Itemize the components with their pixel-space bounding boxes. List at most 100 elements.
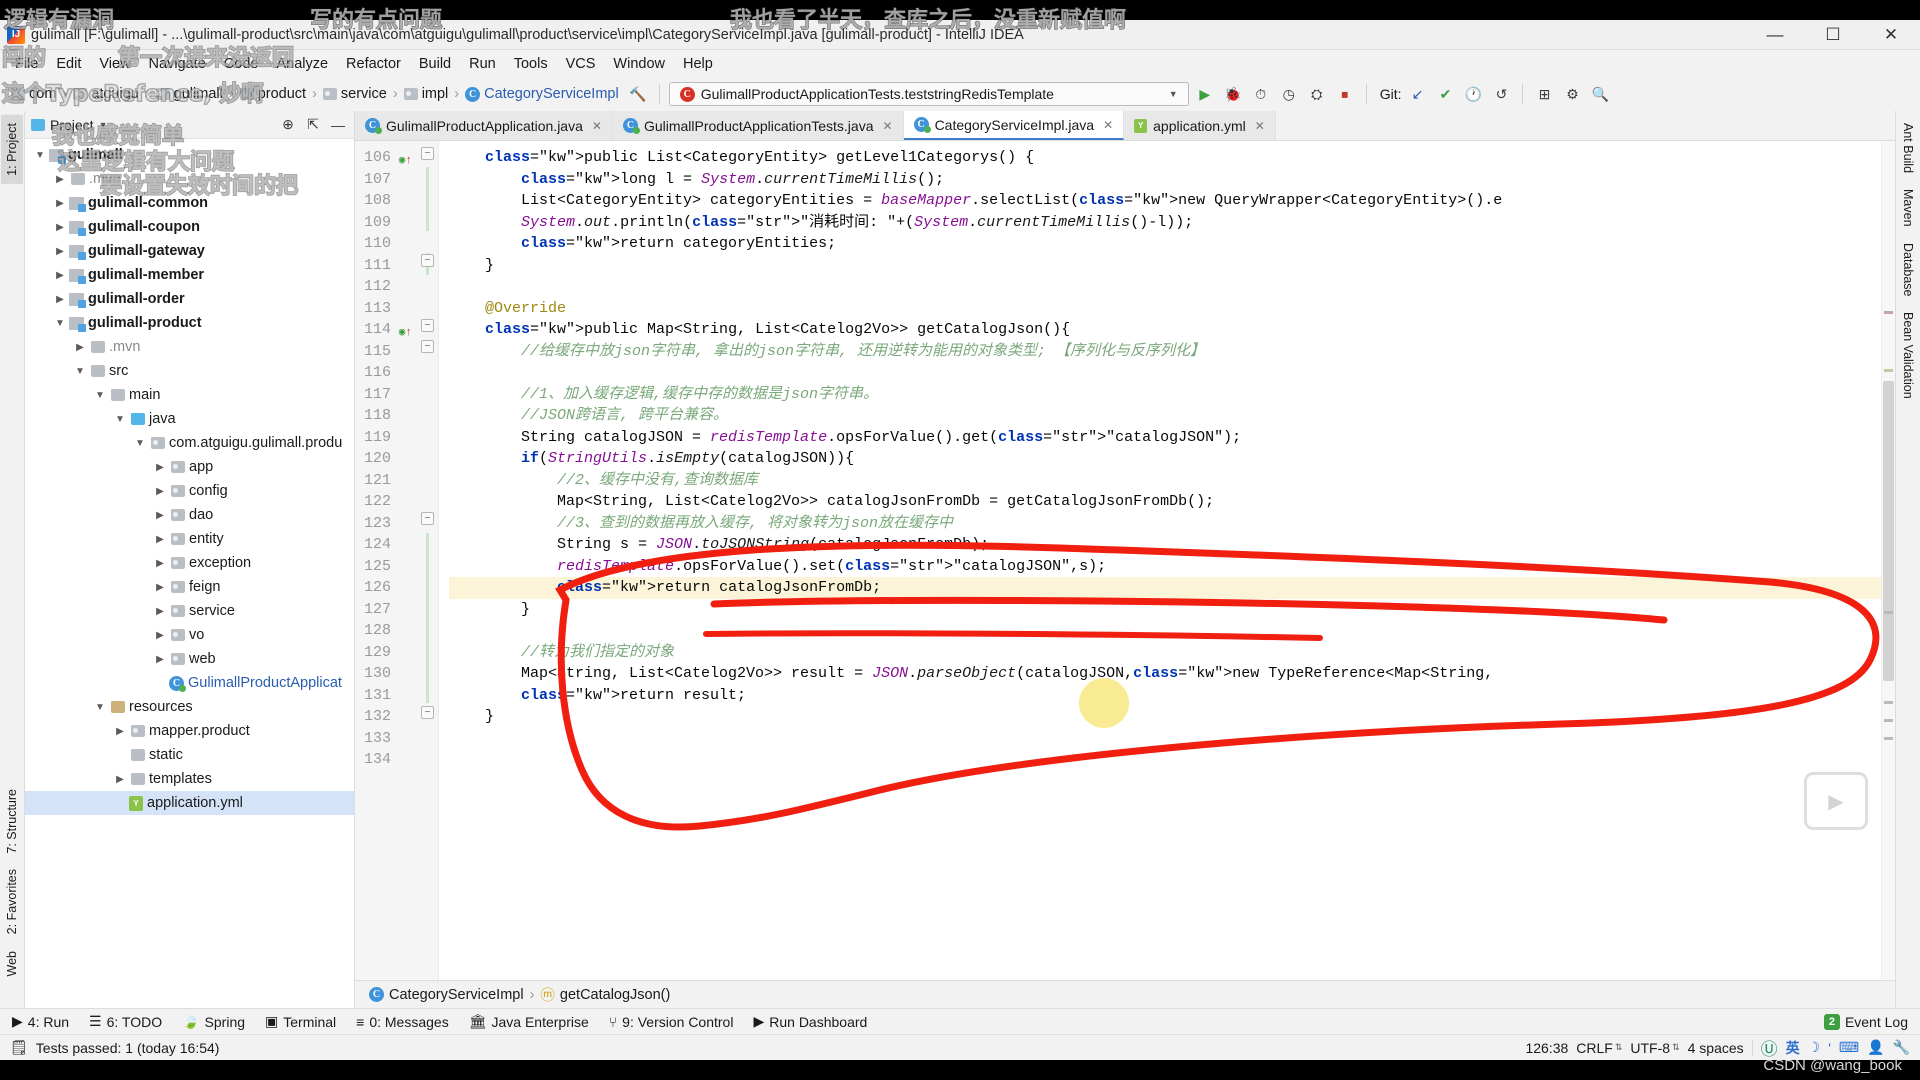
chevron-down-icon[interactable]: ▼ — [111, 414, 129, 425]
line-number[interactable]: 116 — [355, 362, 417, 384]
line-number[interactable]: 128 — [355, 620, 417, 642]
fold-marker[interactable]: − — [421, 340, 434, 353]
nav-crumb-com[interactable]: com — [8, 85, 59, 103]
ime-user-icon[interactable]: 👤 — [1867, 1039, 1884, 1056]
git-update-icon[interactable]: ↙ — [1405, 82, 1429, 106]
git-commit-icon[interactable]: ✔ — [1433, 82, 1457, 106]
close-tab-icon[interactable]: ✕ — [592, 119, 602, 133]
tool-window-button[interactable]: ⑂ 9: Version Control — [609, 1014, 734, 1030]
select-in-project-icon[interactable]: ⊞ — [1532, 82, 1556, 106]
breadcrumb-method[interactable]: getCatalogJson() — [560, 987, 670, 1003]
run-configuration-selector[interactable]: GulimallProductApplicationTests.teststri… — [668, 82, 1189, 106]
code-line[interactable]: class="kw">long l = System.currentTimeMi… — [449, 169, 1881, 191]
line-number[interactable]: 112 — [355, 276, 417, 298]
git-revert-icon[interactable]: ↺ — [1489, 82, 1513, 106]
tree-item[interactable]: GulimallProductApplicat — [25, 671, 354, 695]
chevron-down-icon[interactable]: ▼ — [71, 366, 89, 377]
tree-item[interactable]: ▶ gulimall-order — [25, 287, 354, 311]
menu-refactor[interactable]: Refactor — [337, 53, 410, 75]
line-number[interactable]: 119 — [355, 427, 417, 449]
line-number[interactable]: 124 — [355, 534, 417, 556]
chevron-right-icon[interactable]: ▶ — [51, 198, 69, 209]
tree-item[interactable]: ▶ app — [25, 455, 354, 479]
code-editor[interactable]: 106 ◉↑ 107 108 109 110 111 112 113 114 ◉↑ 115 116 117… — [355, 141, 1895, 980]
nav-crumb-gulimall[interactable]: gulimall — [153, 85, 226, 103]
chevron-right-icon[interactable]: ▶ — [151, 558, 169, 569]
ime-punctuation-icon[interactable]: ' — [1828, 1040, 1831, 1056]
line-number[interactable]: 126 — [355, 577, 417, 599]
search-everywhere-icon[interactable]: 🔍 — [1588, 82, 1612, 106]
code-line[interactable]: Map<String, List<Catelog2Vo>> catalogJso… — [449, 491, 1881, 513]
sidebar-item-database[interactable]: Database — [1897, 235, 1919, 305]
code-line[interactable]: class="kw">public Map<String, List<Catel… — [449, 319, 1881, 341]
line-number[interactable]: 121 — [355, 470, 417, 492]
nav-crumb-product[interactable]: product — [237, 85, 309, 103]
tree-item[interactable]: ▶ dao — [25, 503, 354, 527]
close-tab-icon[interactable]: ✕ — [883, 119, 893, 133]
chevron-right-icon[interactable]: ▶ — [51, 294, 69, 305]
line-number[interactable]: 114 ◉↑ — [355, 319, 417, 341]
code-line[interactable] — [449, 728, 1881, 750]
tree-item[interactable]: ▼ src — [25, 359, 354, 383]
tree-item[interactable]: ▶ gulimall-member — [25, 263, 354, 287]
line-number[interactable]: 113 — [355, 298, 417, 320]
line-number[interactable]: 127 — [355, 599, 417, 621]
tree-item[interactable]: ▼ main — [25, 383, 354, 407]
chevron-right-icon[interactable]: ▶ — [111, 774, 129, 785]
code-line[interactable]: if(StringUtils.isEmpty(catalogJSON)){ — [449, 448, 1881, 470]
tree-item[interactable]: ▶ templates — [25, 767, 354, 791]
menu-analyze[interactable]: Analyze — [267, 53, 337, 75]
code-folding-column[interactable]: − − − − − − — [417, 141, 439, 980]
debug-button[interactable]: 🐞 — [1221, 82, 1245, 106]
tree-item[interactable]: ▼ gulimall-product — [25, 311, 354, 335]
indent-selector[interactable]: 4 spaces — [1688, 1040, 1744, 1056]
menu-run[interactable]: Run — [460, 53, 505, 75]
editor-tab[interactable]: GulimallProductApplication.java ✕ — [355, 111, 613, 140]
tree-item[interactable]: ▶ exception — [25, 551, 354, 575]
nav-crumb-atguigu[interactable]: atguigu — [70, 85, 142, 103]
line-number[interactable]: 107 — [355, 169, 417, 191]
line-number[interactable]: 125 — [355, 556, 417, 578]
code-line[interactable]: //给缓存中放json字符串, 拿出的json字符串, 还用逆转为能用的对象类型… — [449, 341, 1881, 363]
build-hammer-icon[interactable]: 🔨 — [626, 82, 650, 106]
line-number[interactable]: 132 — [355, 706, 417, 728]
chevron-right-icon[interactable]: ▶ — [51, 246, 69, 257]
editor-scrollbar[interactable] — [1881, 141, 1895, 980]
chevron-down-icon[interactable]: ▼ — [91, 390, 109, 401]
tree-item[interactable]: ▶ feign — [25, 575, 354, 599]
line-number[interactable]: 134 — [355, 749, 417, 771]
fold-marker[interactable]: − — [421, 254, 434, 267]
line-number[interactable]: 129 — [355, 642, 417, 664]
tree-item[interactable]: ▶ mapper.product — [25, 719, 354, 743]
code-line[interactable]: //1、加入缓存逻辑,缓存中存的数据是json字符串。 — [449, 384, 1881, 406]
ime-mode-label[interactable]: 英 — [1786, 1038, 1800, 1058]
line-number[interactable]: 117 — [355, 384, 417, 406]
sidebar-item-structure[interactable]: 7: Structure — [1, 781, 23, 862]
chevron-right-icon[interactable]: ▶ — [151, 462, 169, 473]
tool-window-button[interactable]: ▣ Terminal — [265, 1013, 336, 1030]
line-number[interactable]: 115 — [355, 341, 417, 363]
tree-item[interactable]: ▶ gulimall-common — [25, 191, 354, 215]
menu-code[interactable]: Code — [215, 53, 268, 75]
code-line[interactable]: //JSON跨语言, 跨平台兼容。 — [449, 405, 1881, 427]
tree-item[interactable]: ▶ vo — [25, 623, 354, 647]
encoding-selector[interactable]: UTF-8 ⇅ — [1630, 1040, 1679, 1056]
code-line[interactable] — [449, 749, 1881, 771]
fold-marker[interactable]: − — [421, 147, 434, 160]
menu-window[interactable]: Window — [604, 53, 674, 75]
code-line[interactable]: String catalogJSON = redisTemplate.opsFo… — [449, 427, 1881, 449]
sidebar-item-ant-build[interactable]: Ant Build — [1897, 115, 1919, 181]
run-with-coverage-button[interactable]: ⏱ — [1249, 82, 1273, 106]
code-line[interactable]: @Override — [449, 298, 1881, 320]
sidebar-item-favorites[interactable]: 2: Favorites — [1, 861, 23, 942]
tree-item[interactable]: ▼ java — [25, 407, 354, 431]
code-line[interactable]: System.out.println(class="str">"消耗时间: "+… — [449, 212, 1881, 234]
profile-button[interactable]: ◷ — [1277, 82, 1301, 106]
sidebar-item-bean-validation[interactable]: Bean Validation — [1897, 304, 1919, 407]
menu-help[interactable]: Help — [674, 53, 722, 75]
run-button[interactable]: ▶ — [1193, 82, 1217, 106]
code-line[interactable]: } — [449, 255, 1881, 277]
tree-item[interactable]: ▶ config — [25, 479, 354, 503]
tree-item[interactable]: ▶ entity — [25, 527, 354, 551]
line-number[interactable]: 131 — [355, 685, 417, 707]
